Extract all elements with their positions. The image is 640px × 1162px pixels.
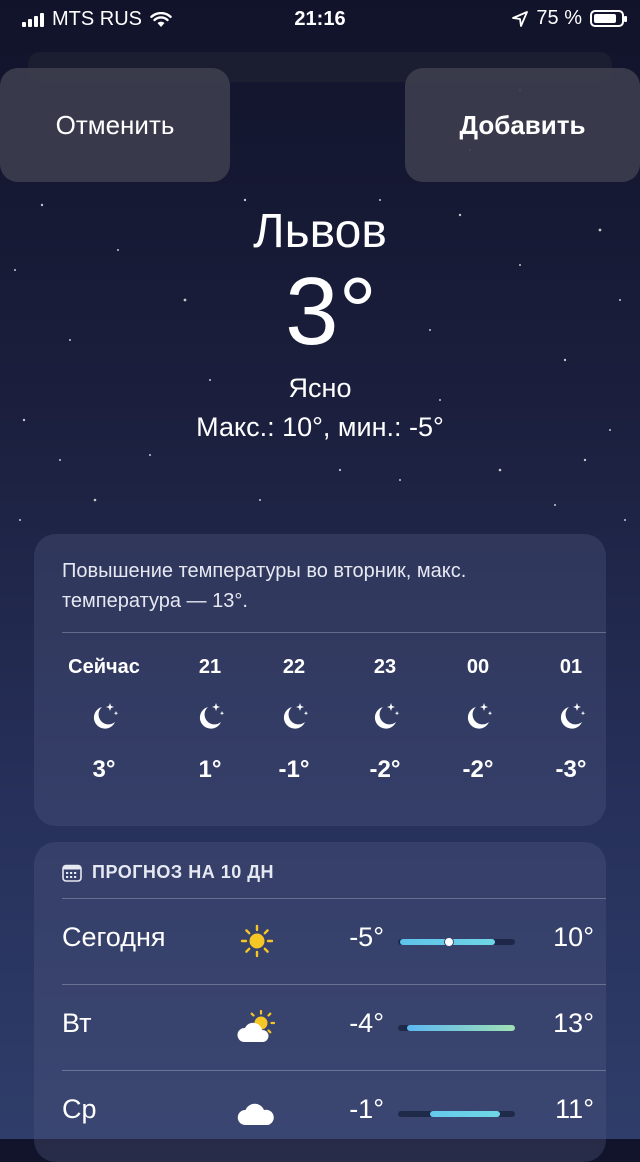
hour-item: 01 -3° (526, 652, 616, 788)
day-min-temperature: -5° (349, 922, 384, 952)
temperature-range-fill (429, 1111, 500, 1117)
day-name: Ср (62, 1094, 97, 1124)
cloud-icon (234, 1090, 280, 1136)
hour-label: 01 (559, 656, 583, 678)
hour-temperature: 3° (92, 756, 116, 783)
hour-item: 23 -2° (340, 652, 430, 788)
day-max-temperature: 11° (555, 1094, 594, 1124)
hour-temperature: -3° (555, 756, 587, 783)
hour-label: 21 (198, 656, 222, 678)
daily-forecast-title: ПРОГНОЗ НА 10 ДН (92, 862, 275, 882)
day-row[interactable]: Ср -1° 11° (34, 1070, 606, 1156)
battery-icon (590, 10, 627, 27)
hour-item: 21 1° (165, 652, 255, 788)
hour-label: 00 (466, 656, 490, 678)
high-low-temperature: Макс.: 10°, мин.: -5° (196, 412, 444, 442)
partly-cloudy-icon (234, 1004, 280, 1050)
current-temperature-dot (444, 937, 455, 947)
hour-temperature: -1° (278, 756, 310, 783)
current-condition: Ясно (288, 373, 352, 403)
location-arrow-icon (512, 10, 529, 27)
sun-icon (234, 918, 280, 964)
temperature-range-bar (398, 1025, 515, 1031)
battery-percent: 75 % (536, 7, 582, 29)
moon-stars-icon (283, 703, 309, 729)
temperature-range-bar (398, 1111, 515, 1117)
moon-stars-icon (93, 703, 119, 729)
day-max-temperature: 13° (553, 1008, 594, 1038)
hourly-forecast-card[interactable]: Повышение температуры во вторник, макс. … (34, 534, 606, 826)
hour-label: Сейчас (68, 656, 140, 678)
temperature-range-bar (398, 937, 515, 947)
city-name: Львов (253, 205, 387, 258)
daily-forecast-card[interactable]: ПРОГНОЗ НА 10 ДН Сегодня -5° 10° Вт -4° … (34, 842, 606, 1162)
hour-label: 22 (282, 656, 306, 678)
moon-stars-icon (374, 703, 400, 729)
hour-temperature: 1° (198, 756, 222, 783)
temperature-range-fill (407, 1025, 515, 1031)
add-button[interactable]: Добавить (405, 68, 640, 182)
hour-temperature: -2° (462, 756, 494, 783)
day-min-temperature: -4° (349, 1008, 384, 1038)
day-name: Вт (62, 1008, 92, 1038)
hour-item: Сейчас 3° (59, 652, 149, 788)
daily-forecast-header: ПРОГНОЗ НА 10 ДН (62, 862, 274, 883)
moon-stars-icon (467, 703, 493, 729)
moon-stars-icon (560, 703, 586, 729)
status-right: 75 % (512, 7, 627, 30)
day-name: Сегодня (62, 922, 166, 952)
day-max-temperature: 10° (553, 922, 594, 952)
hourly-list[interactable]: Сейчас 3° 21 1° 22 -1° 23 -2° 00 -2° 01 … (34, 652, 606, 812)
current-temperature: 3° (285, 258, 377, 365)
calendar-icon (62, 864, 82, 882)
cancel-button[interactable]: Отменить (0, 68, 230, 182)
status-bar: MTS RUS 21:16 75 % (0, 0, 640, 38)
hour-temperature: -2° (369, 756, 401, 783)
hour-item: 00 -2° (433, 652, 523, 788)
divider (62, 632, 606, 633)
day-min-temperature: -1° (349, 1094, 384, 1124)
day-row[interactable]: Сегодня -5° 10° (34, 898, 606, 984)
hour-label: 23 (373, 656, 397, 678)
moon-stars-icon (199, 703, 225, 729)
forecast-summary: Повышение температуры во вторник, макс. … (62, 560, 467, 612)
hour-item: 22 -1° (249, 652, 339, 788)
day-row[interactable]: Вт -4° 13° (34, 984, 606, 1070)
